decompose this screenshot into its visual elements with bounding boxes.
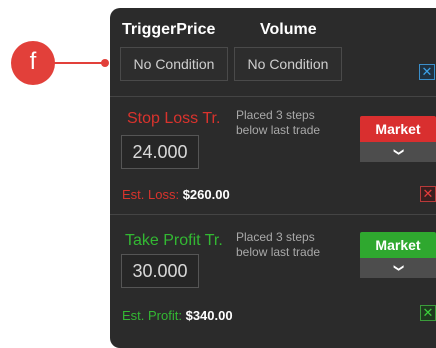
trigger-price-condition-field[interactable]: No Condition <box>120 47 228 81</box>
est-profit-label: Est. Profit: <box>122 308 182 323</box>
callout-dot <box>101 59 109 67</box>
stop-loss-value-field[interactable]: 24.000 <box>121 135 199 169</box>
x-mark-icon: ✕ <box>422 186 434 201</box>
take-profit-label: Take Profit Tr. <box>125 232 223 249</box>
stop-loss-label: Stop Loss Tr. <box>127 110 221 127</box>
stop-loss-estimate: Est. Loss: $260.00 <box>122 187 230 202</box>
separator <box>110 96 436 97</box>
stop-loss-market-button[interactable]: Market <box>360 116 436 142</box>
take-profit-market-button[interactable]: Market <box>360 232 436 258</box>
callout-line <box>52 62 104 64</box>
est-loss-label: Est. Loss: <box>122 187 180 202</box>
take-profit-order-type-dropdown[interactable]: ❯ <box>360 258 436 278</box>
stop-loss-note: Placed 3 steps below last trade <box>236 108 321 137</box>
volume-condition-field[interactable]: No Condition <box>234 47 342 81</box>
trigger-price-header: TriggerPrice <box>122 21 216 38</box>
take-profit-checkbox[interactable]: ✕ <box>420 305 436 321</box>
x-mark-icon: ✕ <box>421 64 433 79</box>
est-loss-value: $260.00 <box>182 187 230 202</box>
chevron-down-icon: ❯ <box>392 263 404 273</box>
take-profit-value-field[interactable]: 30.000 <box>121 254 199 288</box>
conditions-checkbox[interactable]: ✕ <box>419 64 435 80</box>
take-profit-estimate: Est. Profit: $340.00 <box>122 308 233 323</box>
chevron-down-icon: ❯ <box>392 147 404 157</box>
est-profit-value: $340.00 <box>185 308 233 323</box>
x-mark-icon: ✕ <box>422 305 434 320</box>
stop-loss-checkbox[interactable]: ✕ <box>420 186 436 202</box>
take-profit-note: Placed 3 steps below last trade <box>236 230 321 259</box>
callout-badge: f <box>11 41 55 85</box>
separator <box>110 214 436 215</box>
volume-header: Volume <box>260 21 317 38</box>
stop-loss-order-type-dropdown[interactable]: ❯ <box>360 142 436 162</box>
